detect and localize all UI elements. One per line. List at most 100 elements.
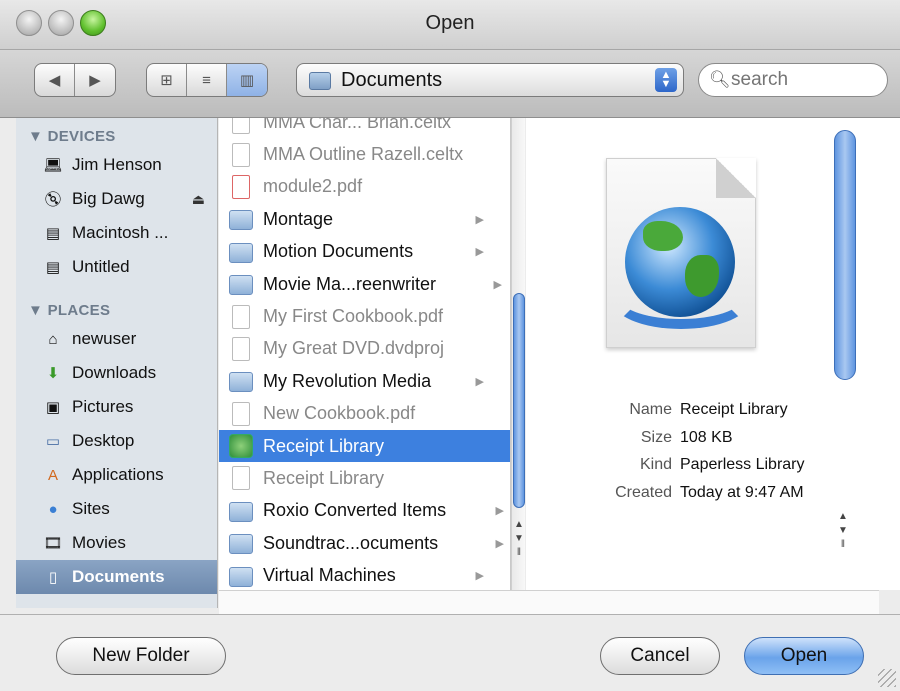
continent-shape — [643, 221, 683, 251]
folder-icon — [229, 534, 253, 555]
list-item[interactable]: Receipt Library — [219, 429, 510, 463]
disclosure-arrow-icon: ▶ — [495, 505, 504, 518]
scroll-arrows-icon[interactable]: ▲ ▼ ‖ — [838, 510, 848, 552]
file-column-scrollbar[interactable]: ▲ ▼ ‖ — [511, 118, 525, 590]
sidebar-item-movies[interactable]: 🎞︎ Movies — [16, 526, 217, 560]
sidebar-item-big-dawg[interactable]: 💿︎ Big Dawg ⏏ — [16, 182, 217, 216]
info-value: 108 KB — [680, 428, 733, 446]
list-item[interactable]: Motion Documents ▶ — [219, 236, 510, 268]
arrow-swoosh-icon — [611, 269, 751, 329]
list-item[interactable]: My Great DVD.dvdproj — [219, 333, 510, 365]
sidebar-item-label: Big Dawg — [72, 189, 145, 208]
location-popup[interactable]: Documents ▲ ▼ — [296, 63, 684, 97]
document-icon — [232, 466, 250, 491]
pdf-icon — [232, 174, 250, 199]
list-item[interactable]: My Revolution Media ▶ — [219, 365, 510, 397]
new-folder-button[interactable]: New Folder — [56, 637, 226, 675]
list-item[interactable]: module2.pdf — [219, 171, 510, 203]
file-name: Soundtrac...ocuments — [263, 532, 439, 553]
list-item[interactable]: New Cookbook.pdf — [219, 398, 510, 430]
disk-icon: 💿︎ — [43, 191, 63, 208]
applications-icon: A — [47, 466, 58, 484]
info-row-size: Size 108 KB — [586, 424, 826, 452]
sidebar-item-label: Pictures — [72, 397, 134, 416]
sidebar-item-pictures[interactable]: ▣ Pictures — [16, 390, 217, 424]
sidebar-item-jim-henson[interactable]: 💻︎ Jim Henson — [16, 148, 217, 182]
file-name: New Cookbook.pdf — [263, 403, 416, 424]
sidebar-item-macintosh[interactable]: ▤ Macintosh ... — [16, 216, 217, 250]
list-item[interactable]: My First Cookbook.pdf — [219, 300, 510, 332]
back-button[interactable]: ◀ — [35, 64, 75, 96]
sidebar-item-untitled[interactable]: ▤ Untitled — [16, 250, 217, 284]
sidebar-item-downloads[interactable]: ⬇ Downloads — [16, 356, 217, 390]
document-icon — [232, 336, 250, 361]
sidebar: ▼ DEVICES 💻︎ Jim Henson 💿︎ Big Dawg ⏏ ▤ Mac… — [16, 118, 218, 608]
sidebar-item-label: Movies — [72, 533, 126, 552]
icon-view-button[interactable]: ⊞ — [147, 64, 187, 96]
file-name: My Great DVD.dvdproj — [263, 338, 445, 359]
file-name: MMA Outline Razell.celtx — [263, 144, 464, 165]
list-item[interactable]: MMA Outline Razell.celtx — [219, 138, 510, 170]
sidebar-item-newuser[interactable]: ⌂ newuser — [16, 322, 217, 356]
sidebar-item-applications[interactable]: A Applications — [16, 458, 217, 492]
sidebar-item-label: Macintosh ... — [72, 223, 169, 242]
list-item[interactable]: Soundtrac...ocuments ▶ — [219, 527, 510, 559]
scroll-arrows-icon[interactable]: ▲ ▼ ‖ — [512, 518, 526, 560]
sidebar-item-documents[interactable]: ▯ Documents — [16, 560, 217, 594]
nav-buttons: ◀ ▶ — [34, 63, 116, 97]
sites-icon: ● — [48, 500, 58, 518]
desktop-icon: ▭ — [45, 433, 61, 450]
laptop-icon: 💻︎ — [43, 157, 63, 174]
sidebar-item-label: Downloads — [72, 363, 157, 382]
button-bar: New Folder Cancel Open — [0, 614, 900, 691]
downloads-icon: ⬇ — [46, 365, 60, 382]
info-row-name: Name Receipt Library — [586, 396, 826, 424]
scroll-thumb[interactable] — [834, 130, 856, 380]
list-item[interactable]: Roxio Converted Items ▶ — [219, 495, 510, 527]
title-bar: Open — [0, 0, 900, 50]
search-input[interactable] — [729, 68, 879, 92]
list-item[interactable]: MMA Char... Brian.celtx — [219, 118, 510, 138]
document-icon — [232, 142, 250, 167]
devices-heading: ▼ DEVICES — [28, 128, 116, 145]
file-name: module2.pdf — [263, 176, 363, 197]
list-item[interactable]: Receipt Library — [219, 462, 510, 494]
forward-button[interactable]: ▶ — [75, 64, 115, 96]
list-item[interactable]: Virtual Machines ▶ — [219, 559, 510, 590]
disclosure-arrow-icon: ▶ — [475, 570, 484, 583]
info-row-created: Created Today at 9:47 AM — [586, 479, 826, 507]
columns-icon: ▥ — [239, 72, 255, 89]
sidebar-item-sites[interactable]: ● Sites — [16, 492, 217, 526]
open-button[interactable]: Open — [744, 637, 864, 675]
paperless-library-icon — [229, 434, 253, 459]
list-item[interactable]: Montage ▶ — [219, 203, 510, 235]
cancel-button[interactable]: Cancel — [600, 637, 720, 675]
file-name: My First Cookbook.pdf — [263, 306, 444, 327]
file-name: Virtual Machines — [263, 565, 396, 586]
file-name: Receipt Library — [263, 467, 385, 488]
document-icon — [232, 118, 250, 135]
folder-icon — [229, 566, 253, 587]
horizontal-scrollbar[interactable] — [219, 590, 879, 614]
forward-arrow-icon: ▶ — [89, 72, 101, 89]
disclosure-arrow-icon: ▶ — [475, 375, 484, 388]
sidebar-item-label: Desktop — [72, 431, 135, 450]
disclosure-arrow-icon: ▶ — [475, 246, 484, 259]
view-switcher: ⊞ ≡ ▥ — [146, 63, 268, 97]
info-value: Today at 9:47 AM — [680, 483, 804, 501]
home-icon: ⌂ — [48, 330, 58, 348]
preview-scrollbar[interactable]: ▲ ▼ ‖ — [832, 118, 858, 590]
list-item[interactable]: Movie Ma...reenwriter ▶ — [219, 268, 510, 300]
list-view-button[interactable]: ≡ — [187, 64, 227, 96]
preview-pane: Name Receipt Library Size 108 KB Kind Pa… — [526, 118, 832, 590]
search-icon: 🔍︎ — [709, 70, 731, 89]
toolbar: ◀ ▶ ⊞ ≡ ▥ Documents ▲ ▼ 🔍︎ — [0, 50, 900, 118]
sidebar-item-label: newuser — [72, 329, 137, 348]
column-view-button[interactable]: ▥ — [227, 64, 267, 96]
documents-icon: ▯ — [48, 569, 58, 586]
eject-icon[interactable]: ⏏ — [192, 191, 205, 208]
resize-grip-icon[interactable] — [878, 669, 896, 687]
sidebar-item-desktop[interactable]: ▭ Desktop — [16, 424, 217, 458]
scroll-thumb[interactable] — [513, 293, 525, 508]
info-row-kind: Kind Paperless Library — [586, 451, 826, 479]
